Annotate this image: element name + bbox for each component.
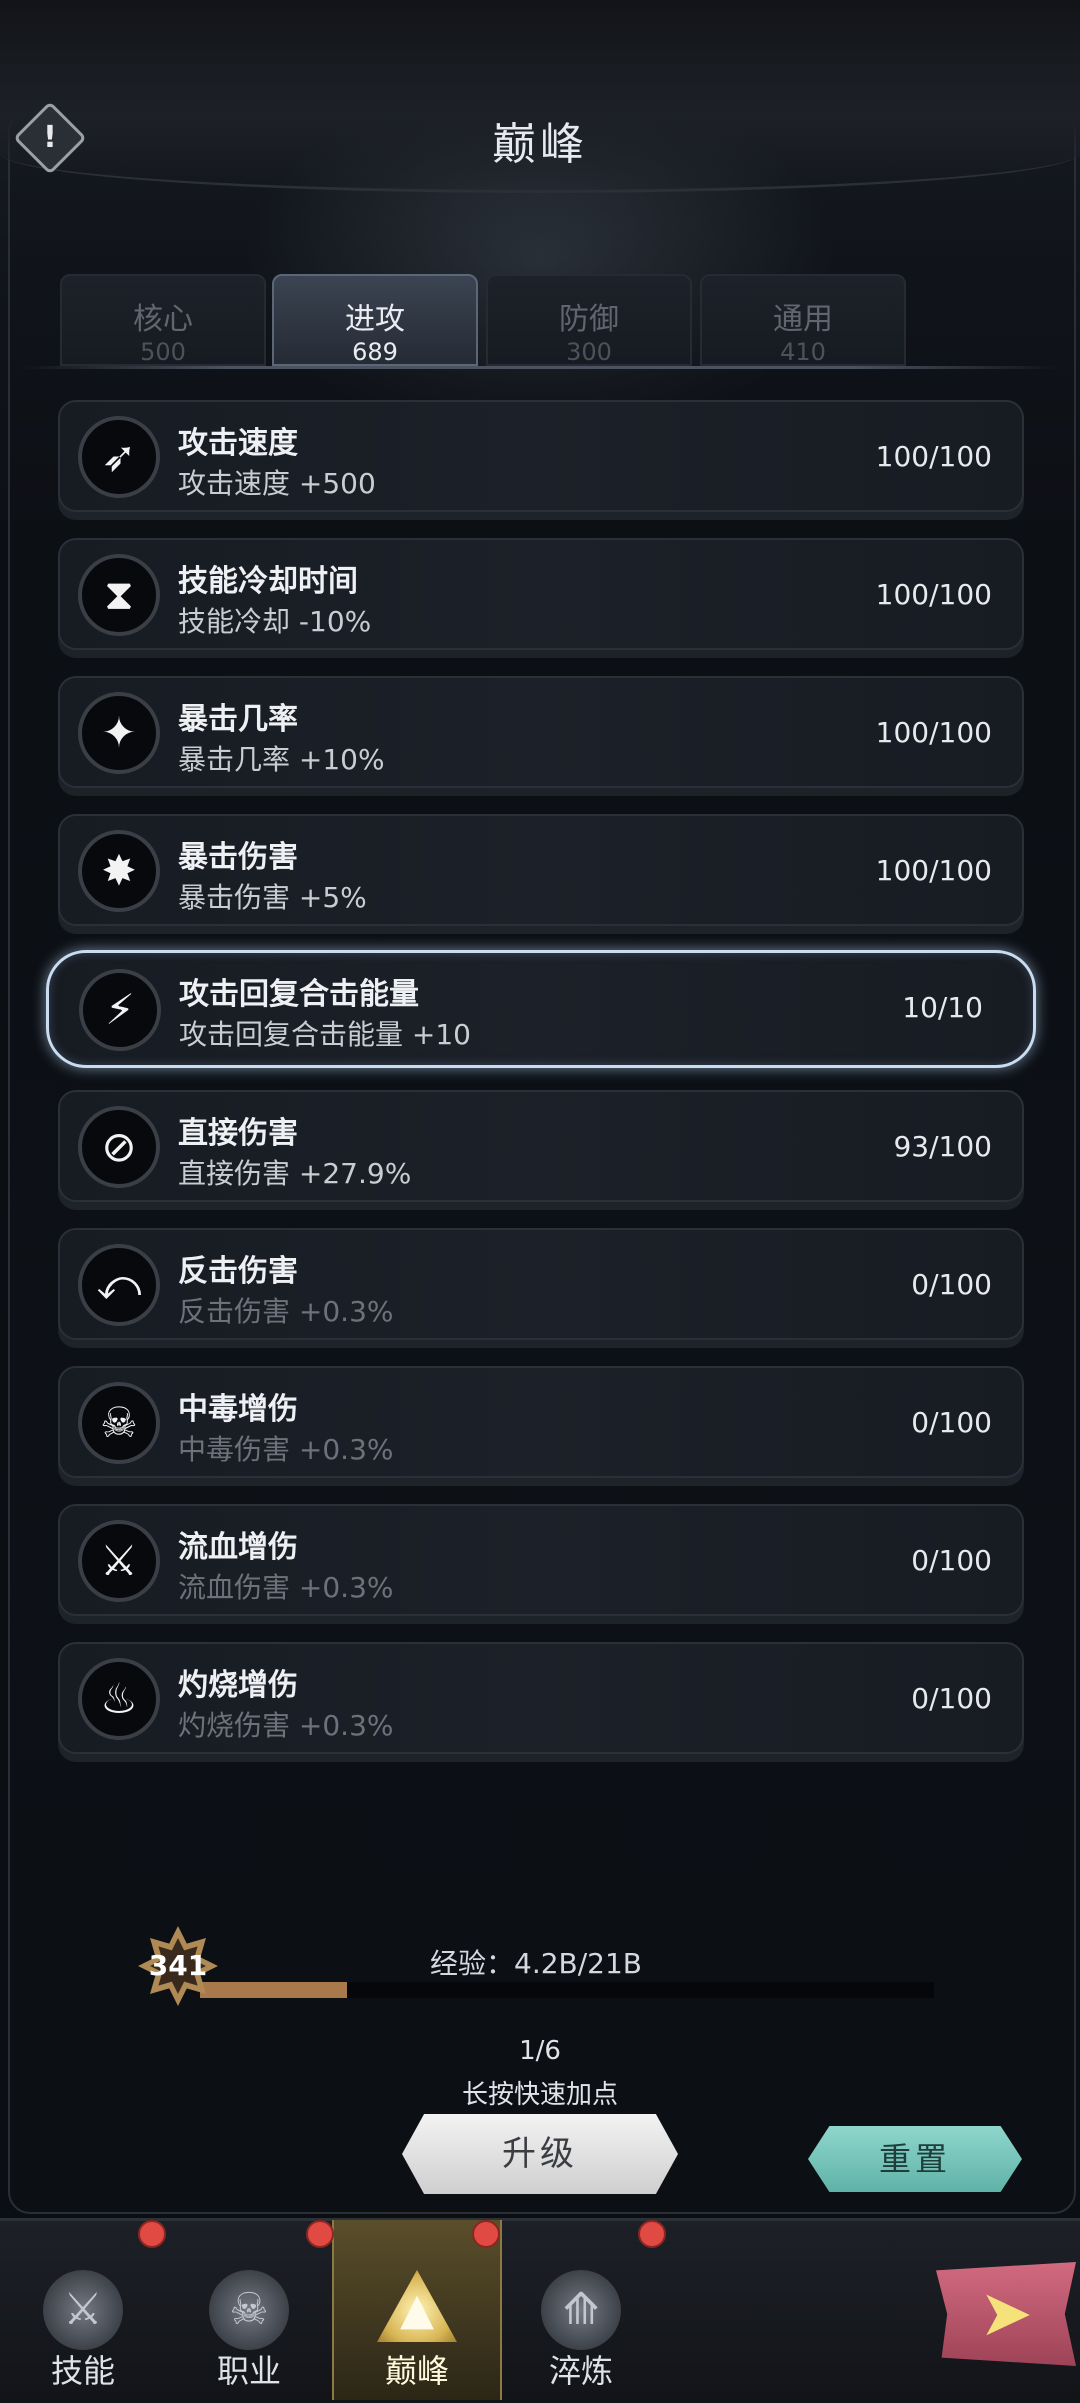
stat-desc: 暴击伤害 +5% xyxy=(178,881,367,914)
stat-name: 灼烧增伤 xyxy=(178,1668,298,1703)
tab-general[interactable]: 通用 410 xyxy=(700,274,906,366)
attack-speed-icon: ➶ xyxy=(78,416,160,498)
notification-dot xyxy=(306,2220,334,2248)
stat-progress: 100/100 xyxy=(875,716,992,749)
stat-name: 暴击伤害 xyxy=(178,840,298,875)
stat-desc: 中毒伤害 +0.3% xyxy=(178,1433,394,1466)
stat-row-crit-damage[interactable]: ✸ 暴击伤害 暴击伤害 +5% 100/100 xyxy=(58,814,1024,926)
category-tabs: 核心 500 进攻 689 防御 300 通用 410 xyxy=(60,274,910,370)
crit-damage-icon: ✸ xyxy=(78,830,160,912)
stat-name: 直接伤害 xyxy=(178,1116,298,1151)
stat-progress: 0/100 xyxy=(911,1544,992,1577)
stat-progress: 100/100 xyxy=(875,440,992,473)
nav-label: 技能 xyxy=(50,2352,115,2390)
arrow-right-icon: ➤ xyxy=(979,2277,1033,2351)
stat-desc: 技能冷却 -10% xyxy=(178,605,372,638)
stat-desc: 反击伤害 +0.3% xyxy=(178,1295,394,1328)
exp-bar xyxy=(200,1982,934,1998)
stat-row-attack-speed[interactable]: ➶ 攻击速度 攻击速度 +500 100/100 xyxy=(58,400,1024,512)
stat-name: 反击伤害 xyxy=(178,1254,298,1289)
notification-dot xyxy=(138,2220,166,2248)
stat-desc: 攻击回复合击能量 +10 xyxy=(179,1018,471,1051)
stat-name: 攻击回复合击能量 xyxy=(179,977,419,1012)
stat-name: 流血增伤 xyxy=(178,1530,298,1565)
stat-desc: 灼烧伤害 +0.3% xyxy=(178,1709,394,1742)
long-press-hint: 长按快速加点 xyxy=(461,2080,618,2110)
nav-refine[interactable]: ⟰ 淬炼 xyxy=(498,2220,664,2400)
tab-points: 500 xyxy=(140,338,186,366)
nav-label: 淬炼 xyxy=(548,2352,613,2390)
exp-bar-fill xyxy=(200,1982,347,1998)
tab-points: 689 xyxy=(352,338,398,366)
stat-progress: 93/100 xyxy=(893,1130,992,1163)
stat-progress: 10/10 xyxy=(902,991,983,1024)
tab-divider xyxy=(20,366,1060,369)
stat-progress: 0/100 xyxy=(911,1268,992,1301)
stat-progress: 100/100 xyxy=(875,578,992,611)
nav-skills[interactable]: ⚔ 技能 xyxy=(0,2220,166,2400)
poison-bottle-icon: ☠ xyxy=(78,1382,160,1464)
stat-progress: 0/100 xyxy=(911,1682,992,1715)
fire-icon: ♨ xyxy=(78,1658,160,1740)
stat-desc: 直接伤害 +27.9% xyxy=(178,1157,412,1190)
stat-row-direct-damage[interactable]: ⊘ 直接伤害 直接伤害 +27.9% 93/100 xyxy=(58,1090,1024,1202)
upgrade-button[interactable]: 升级 xyxy=(402,2114,678,2194)
tab-label: 进攻 xyxy=(345,302,405,337)
stat-desc: 攻击速度 +500 xyxy=(178,467,376,500)
page-indicator: 1/6 xyxy=(519,2036,561,2066)
tab-attack[interactable]: 进攻 689 xyxy=(272,274,478,366)
nav-label: 职业 xyxy=(216,2352,281,2390)
reset-button[interactable]: 重置 xyxy=(808,2126,1022,2192)
notification-dot xyxy=(638,2220,666,2248)
stat-name: 攻击速度 xyxy=(178,426,298,461)
tab-label: 防御 xyxy=(559,302,619,337)
stat-name: 技能冷却时间 xyxy=(178,564,358,599)
tab-label: 核心 xyxy=(133,302,193,337)
exp-text: 经验：4.2B/21B xyxy=(430,1947,643,1980)
stat-desc: 暴击几率 +10% xyxy=(178,743,385,776)
class-icon: ☠ xyxy=(209,2270,289,2350)
level-badge: 341 xyxy=(138,1926,218,2006)
tab-points: 410 xyxy=(780,338,826,366)
stat-row-crit-chance[interactable]: ✦ 暴击几率 暴击几率 +10% 100/100 xyxy=(58,676,1024,788)
notification-dot xyxy=(472,2220,500,2248)
bleeding-sword-icon: ⚔ xyxy=(78,1520,160,1602)
stat-name: 中毒增伤 xyxy=(178,1392,298,1427)
page-title: 巅峰 xyxy=(492,119,588,170)
tab-core[interactable]: 核心 500 xyxy=(60,274,266,366)
stat-desc: 流血伤害 +0.3% xyxy=(178,1571,394,1604)
direct-damage-icon: ⊘ xyxy=(78,1106,160,1188)
energy-recovery-icon: ⚡ xyxy=(79,969,161,1051)
stat-row-poison[interactable]: ☠ 中毒增伤 中毒伤害 +0.3% 0/100 xyxy=(58,1366,1024,1478)
stat-row-energy-recovery[interactable]: ⚡ 攻击回复合击能量 攻击回复合击能量 +10 10/10 xyxy=(46,950,1036,1068)
stat-row-counterattack[interactable]: ⤺ 反击伤害 反击伤害 +0.3% 0/100 xyxy=(58,1228,1024,1340)
crit-chance-icon: ✦ xyxy=(78,692,160,774)
stat-row-skill-cooldown[interactable]: ⧗ 技能冷却时间 技能冷却 -10% 100/100 xyxy=(58,538,1024,650)
stat-row-burn[interactable]: ♨ 灼烧增伤 灼烧伤害 +0.3% 0/100 xyxy=(58,1642,1024,1754)
next-arrow-button[interactable]: ➤ xyxy=(936,2262,1076,2366)
stat-progress: 100/100 xyxy=(875,854,992,887)
skills-icon: ⚔ xyxy=(43,2270,123,2350)
nav-label: 巅峰 xyxy=(384,2352,449,2390)
counterattack-icon: ⤺ xyxy=(78,1244,160,1326)
nav-class[interactable]: ☠ 职业 xyxy=(166,2220,332,2400)
nav-peak[interactable]: ▲ 巅峰 xyxy=(332,2220,502,2400)
level-number: 341 xyxy=(148,1949,208,1982)
peak-icon: ▲ xyxy=(377,2270,457,2342)
stat-row-bleeding[interactable]: ⚔ 流血增伤 流血伤害 +0.3% 0/100 xyxy=(58,1504,1024,1616)
stat-name: 暴击几率 xyxy=(178,702,298,737)
tab-points: 300 xyxy=(566,338,612,366)
tab-defense[interactable]: 防御 300 xyxy=(486,274,692,366)
tab-label: 通用 xyxy=(773,302,833,337)
stat-progress: 0/100 xyxy=(911,1406,992,1439)
hourglass-icon: ⧗ xyxy=(78,554,160,636)
refine-icon: ⟰ xyxy=(541,2270,621,2350)
